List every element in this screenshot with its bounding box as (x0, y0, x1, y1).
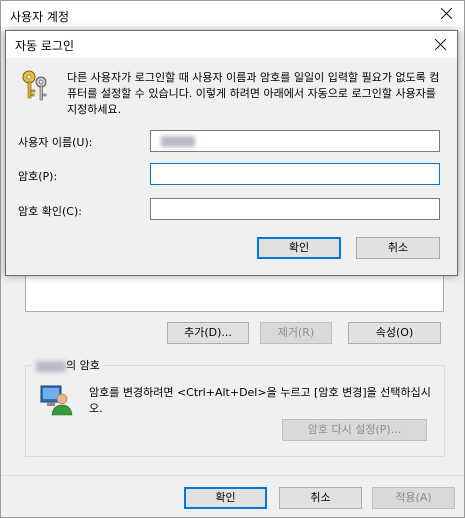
ok-button[interactable]: 확인 (184, 487, 267, 509)
password-label: 암호(P): (18, 170, 58, 183)
remove-user-button[interactable]: 제거(R) (260, 322, 332, 344)
users-list[interactable] (25, 271, 444, 312)
add-user-button[interactable]: 추가(D)... (167, 322, 249, 344)
dialog-cancel-button[interactable]: 취소 (356, 237, 440, 259)
password-change-instructions: 암호를 변경하려면 <Ctrl+Alt+Del>을 누르고 [암호 변경]을 선… (89, 386, 431, 415)
dialog-title-bar: 자동 로그인 (6, 31, 457, 58)
footer-divider (1, 475, 464, 476)
confirm-password-field[interactable] (150, 198, 440, 220)
parent-title-bar: 사용자 계정 (1, 1, 464, 31)
keys-icon (22, 70, 47, 101)
password-field[interactable] (150, 163, 440, 185)
cancel-button[interactable]: 취소 (279, 487, 362, 509)
legend-suffix: 의 암호 (66, 359, 100, 372)
redacted-username-value (161, 136, 195, 147)
properties-button[interactable]: 속성(O) (348, 322, 441, 344)
dialog-title: 자동 로그인 (15, 39, 75, 53)
user-at-computer-icon (40, 385, 73, 416)
confirm-password-label: 암호 확인(C): (18, 205, 82, 218)
auto-login-description: 다른 사용자가 로그인할 때 사용자 이름과 암호를 일일이 입력할 필요가 없… (67, 71, 440, 116)
redacted-username (36, 360, 66, 372)
close-icon[interactable] (438, 6, 454, 22)
username-label: 사용자 이름(U): (18, 136, 93, 149)
auto-login-dialog: 자동 로그인 다른 사용자가 로그인할 때 사용자 이름과 암호를 일일이 입력… (5, 30, 458, 276)
dialog-ok-button[interactable]: 확인 (257, 237, 341, 259)
reset-password-button[interactable]: 암호 다시 설정(P)... (282, 419, 427, 441)
parent-window-title: 사용자 계정 (10, 10, 70, 24)
username-field[interactable] (150, 130, 440, 152)
password-group-legend: 의 암호 (33, 357, 103, 373)
apply-button[interactable]: 적용(A) (372, 487, 455, 509)
close-icon[interactable] (433, 37, 447, 51)
